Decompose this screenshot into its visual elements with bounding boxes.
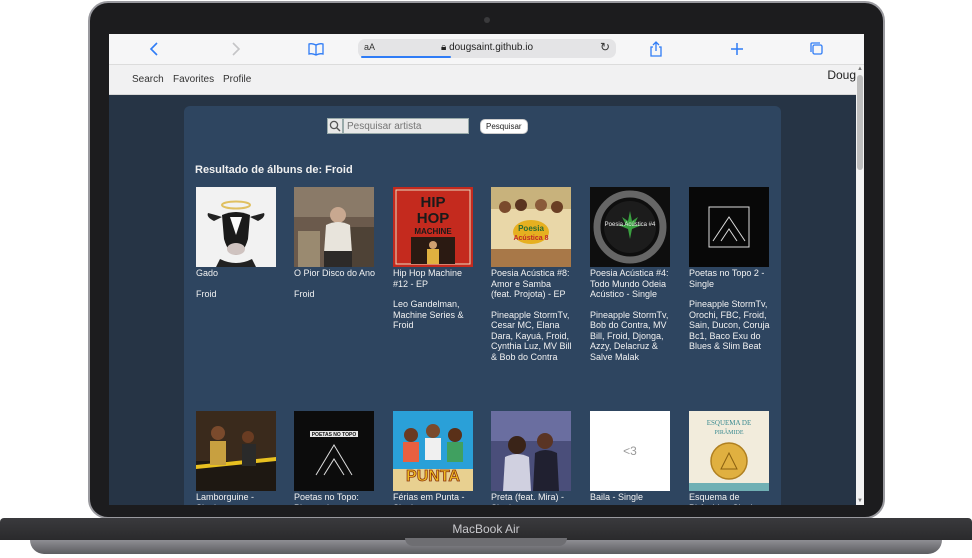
macbook-frame: aA 🔒︎ dougsaint.github.io ↻ Search Favor	[0, 0, 972, 558]
album-title[interactable]: Esquema de Pirâmide - Single	[689, 492, 771, 505]
scroll-down-icon[interactable]: ▼	[857, 498, 863, 504]
results-card: Pesquisar Resultado de álbuns de: Froid	[184, 106, 781, 505]
album-title[interactable]: Poesia Acústica #8: Amor e Samba (feat. …	[491, 268, 573, 300]
album-title[interactable]: Poetas no Topo: Pineapple	[294, 492, 376, 505]
album-title[interactable]: Lamborguine - Single	[196, 492, 278, 505]
album-cover[interactable]	[196, 411, 276, 491]
album-cover[interactable]	[196, 187, 276, 267]
album-card[interactable]: ESQUEMA DE PIRÂMIDE Esquema de Pirâmide …	[689, 411, 771, 505]
tabs-icon[interactable]	[808, 40, 826, 58]
album-cover[interactable]: Poesia Acústica 8	[491, 187, 571, 267]
album-card[interactable]: <3 Baila - Single	[590, 411, 672, 505]
nav-search[interactable]: Search	[132, 74, 164, 85]
scroll-thumb[interactable]	[857, 75, 863, 170]
forward-icon[interactable]	[226, 40, 244, 58]
browser-toolbar: aA 🔒︎ dougsaint.github.io ↻	[109, 34, 864, 65]
album-cover[interactable]: POETAS NO TOPO	[294, 411, 374, 491]
svg-text:ESQUEMA DE: ESQUEMA DE	[707, 419, 752, 427]
svg-text:PIRÂMIDE: PIRÂMIDE	[714, 428, 743, 436]
svg-text:PUNTA: PUNTA	[406, 468, 460, 485]
album-card[interactable]: Gado Froid	[196, 187, 278, 299]
album-card[interactable]: Poesia Acústica 8 Poesia Acústica #8: Am…	[491, 187, 573, 362]
browser-screen: aA 🔒︎ dougsaint.github.io ↻ Search Favor	[109, 34, 864, 505]
url-domain: dougsaint.github.io	[449, 42, 534, 53]
album-title[interactable]: Baila - Single	[590, 492, 672, 503]
album-artist: Froid	[294, 288, 315, 299]
url-text: 🔒︎ dougsaint.github.io	[358, 42, 616, 53]
album-cover[interactable]: ESQUEMA DE PIRÂMIDE	[689, 411, 769, 491]
laptop-base: MacBook Air	[0, 518, 972, 558]
album-title[interactable]: Gado	[196, 268, 278, 279]
share-icon[interactable]	[647, 40, 665, 58]
album-artist: Leo Gandelman, Machine Series & Froid	[393, 299, 464, 330]
svg-text:<3: <3	[623, 444, 637, 458]
album-cover[interactable]: Poesia Acústica #4	[590, 187, 670, 267]
laptop-notch	[405, 538, 567, 546]
new-tab-icon[interactable]	[728, 40, 746, 58]
reload-icon[interactable]: ↻	[600, 40, 610, 54]
load-progress	[361, 56, 451, 58]
search-button[interactable]: Pesquisar	[480, 119, 528, 134]
album-artist: Pineapple StormTv, Cesar MC, Elana Dara,…	[491, 309, 572, 362]
svg-text:POETAS NO TOPO: POETAS NO TOPO	[312, 432, 357, 438]
album-title[interactable]: Preta (feat. Mira) - Single	[491, 492, 573, 505]
address-bar[interactable]: aA 🔒︎ dougsaint.github.io ↻	[358, 39, 616, 58]
album-title[interactable]: O Pior Disco do Ano	[294, 268, 376, 279]
svg-text:HOP: HOP	[417, 210, 450, 227]
artist-search-input[interactable]	[343, 118, 469, 134]
page-scrollbar[interactable]: ▲ ▼	[856, 65, 864, 505]
album-card[interactable]: PUNTA Férias em Punta - Single	[393, 411, 475, 505]
back-icon[interactable]	[146, 40, 164, 58]
album-card[interactable]: Poesia Acústica #4 Poesia Acústica #4: T…	[590, 187, 672, 362]
album-title[interactable]: Poesia Acústica #4: Todo Mundo Odeia Acú…	[590, 268, 672, 300]
nav-favorites[interactable]: Favorites	[173, 74, 214, 85]
album-cover[interactable]	[491, 411, 571, 491]
svg-text:Acústica 8: Acústica 8	[513, 235, 548, 242]
svg-text:HIP: HIP	[420, 194, 445, 211]
results-heading: Resultado de álbuns de: Froid	[195, 164, 353, 176]
album-card[interactable]: POETAS NO TOPO Poetas no Topo: Pineapple	[294, 411, 376, 505]
app-navbar: Search Favorites Profile Doug	[109, 65, 856, 95]
album-card[interactable]: Preta (feat. Mira) - Single	[491, 411, 573, 505]
camera-icon	[484, 17, 490, 23]
brand-name[interactable]: Doug	[827, 68, 856, 82]
laptop-hinge: MacBook Air	[0, 518, 972, 540]
bookmarks-icon[interactable]	[307, 40, 325, 58]
album-artist: Froid	[196, 288, 217, 299]
album-card[interactable]: Poetas no Topo 2 - Single Pineapple Stor…	[689, 187, 771, 352]
svg-text:Poesia: Poesia	[518, 224, 544, 233]
search-icon	[327, 118, 343, 134]
album-card[interactable]: O Pior Disco do Ano Froid	[294, 187, 376, 299]
album-artist: Pineapple StormTv, Bob do Contra, MV Bil…	[590, 309, 669, 362]
scroll-up-icon[interactable]: ▲	[857, 66, 863, 72]
svg-text:Poesia Acústica #4: Poesia Acústica #4	[605, 222, 656, 228]
album-title[interactable]: Hip Hop Machine #12 - EP	[393, 268, 475, 289]
album-cover[interactable]: PUNTA	[393, 411, 473, 491]
model-label: MacBook Air	[452, 522, 520, 536]
album-cover[interactable]: HIP HOP MACHINE	[393, 187, 473, 267]
album-cover[interactable]	[689, 187, 769, 267]
album-card[interactable]: HIP HOP MACHINE Hip Hop Machine #12 - EP…	[393, 187, 475, 331]
album-cover[interactable]: <3	[590, 411, 670, 491]
album-artist: Pineapple StormTv, Orochi, FBC, Froid, S…	[689, 299, 770, 351]
album-title[interactable]: Poetas no Topo 2 - Single	[689, 268, 771, 289]
lock-icon: 🔒︎	[440, 42, 447, 53]
album-card[interactable]: Lamborguine - Single	[196, 411, 278, 505]
nav-profile[interactable]: Profile	[223, 74, 251, 85]
album-cover[interactable]	[294, 187, 374, 267]
album-title[interactable]: Férias em Punta - Single	[393, 492, 475, 505]
svg-text:MACHINE: MACHINE	[414, 227, 452, 236]
